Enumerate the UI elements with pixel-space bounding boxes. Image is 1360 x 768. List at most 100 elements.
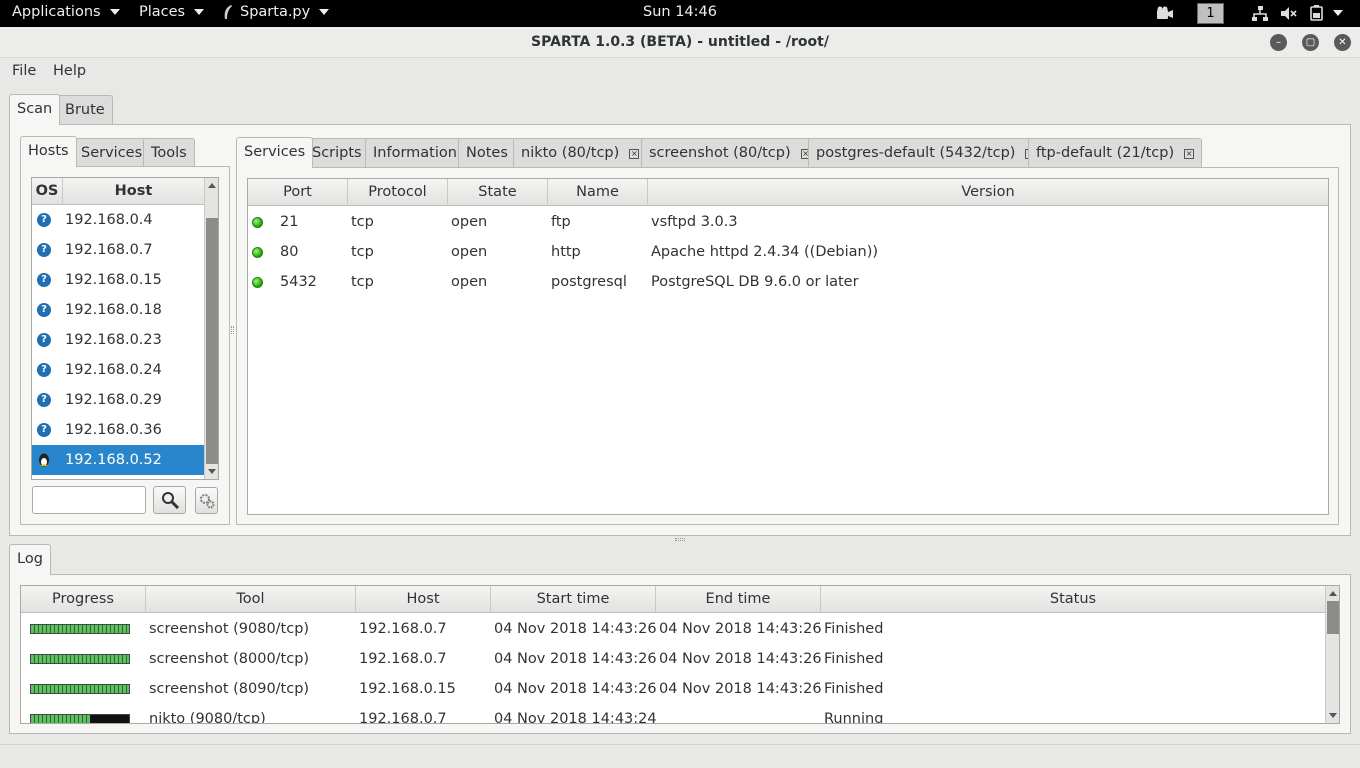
table-row[interactable]: ? 192.168.0.4 xyxy=(32,205,204,235)
settings-button[interactable] xyxy=(195,487,218,514)
tab-tool-output[interactable]: nikto (80/tcp) × xyxy=(513,138,648,168)
column-version[interactable]: Version xyxy=(648,179,1328,206)
close-button[interactable]: ✕ xyxy=(1334,34,1351,51)
hosts-scrollbar[interactable] xyxy=(204,178,218,479)
window-titlebar[interactable]: SPARTA 1.0.3 (BETA) - untitled - /root/ … xyxy=(0,27,1360,58)
linux-icon xyxy=(39,453,49,467)
column-port[interactable]: Port xyxy=(248,179,348,206)
tab-label: screenshot (80/tcp) xyxy=(649,145,791,161)
table-row[interactable]: 80 tcp open http Apache httpd 2.4.34 ((Debia… xyxy=(248,237,1328,267)
tab-label: Scripts xyxy=(312,145,362,161)
column-os[interactable]: OS xyxy=(32,178,63,205)
horizontal-splitter[interactable] xyxy=(675,538,685,541)
host-address: 192.168.0.7 xyxy=(65,242,153,258)
table-row[interactable]: ? 192.168.0.36 xyxy=(32,415,204,445)
scroll-up-arrow-icon[interactable] xyxy=(1329,591,1337,596)
log-start: 04 Nov 2018 14:43:26 xyxy=(494,681,657,697)
host-address: 192.168.0.52 xyxy=(65,452,162,468)
scroll-thumb[interactable] xyxy=(206,218,218,464)
scroll-up-arrow-icon[interactable] xyxy=(208,183,216,188)
scroll-down-arrow-icon[interactable] xyxy=(1329,713,1337,718)
gear-icon xyxy=(200,494,215,509)
service-protocol: tcp xyxy=(351,244,374,260)
tab-tool-output[interactable]: ftp-default (21/tcp) × xyxy=(1028,138,1203,168)
service-state: open xyxy=(451,244,488,260)
table-row[interactable]: nikto (9080/tcp) 192.168.0.7 04 Nov 2018 1… xyxy=(21,704,1325,723)
vertical-splitter[interactable] xyxy=(231,326,234,334)
scroll-thumb[interactable] xyxy=(1327,601,1339,634)
search-button[interactable] xyxy=(153,486,186,514)
tab-services-left[interactable]: Services xyxy=(73,138,151,168)
table-row[interactable]: ? 192.168.0.18 xyxy=(32,295,204,325)
close-tab-icon[interactable]: × xyxy=(629,149,640,159)
column-protocol[interactable]: Protocol xyxy=(348,179,448,206)
hosts-table: OS Host ? 192.168.0.4? 192.168.0.7? 192.168… xyxy=(31,177,219,480)
tab-log[interactable]: Log xyxy=(9,544,51,575)
table-row[interactable]: ? 192.168.0.29 xyxy=(32,385,204,415)
tab-tools[interactable]: Tools xyxy=(143,138,195,168)
host-address: 192.168.0.18 xyxy=(65,302,162,318)
tab-label: Notes xyxy=(466,145,508,161)
column-host[interactable]: Host xyxy=(63,178,205,205)
column-state[interactable]: State xyxy=(448,179,548,206)
column-progress[interactable]: Progress xyxy=(21,586,146,613)
video-camera-icon[interactable] xyxy=(1156,6,1174,21)
status-open-icon xyxy=(252,277,263,288)
service-port: 21 xyxy=(280,214,299,230)
tab-label: Services xyxy=(244,144,306,160)
table-row[interactable]: ? 192.168.0.7 xyxy=(32,235,204,265)
minimize-button[interactable]: – xyxy=(1270,34,1287,51)
log-table-header: Progress Tool Host Start time End time S… xyxy=(21,586,1325,613)
column-name[interactable]: Name xyxy=(548,179,648,206)
file-menu[interactable]: File xyxy=(12,63,36,79)
tab-services[interactable]: Services xyxy=(236,137,314,168)
tab-tool-output[interactable]: screenshot (80/tcp) × xyxy=(641,138,819,168)
question-icon: ? xyxy=(37,393,51,407)
tab-scan[interactable]: Scan xyxy=(9,94,61,125)
service-port: 80 xyxy=(280,244,299,260)
host-address: 192.168.0.24 xyxy=(65,362,162,378)
log-scrollbar[interactable] xyxy=(1325,586,1339,723)
network-icon[interactable] xyxy=(1252,6,1268,22)
question-icon: ? xyxy=(37,213,51,227)
table-row[interactable]: ? 192.168.0.24 xyxy=(32,355,204,385)
tab-hosts[interactable]: Hosts xyxy=(20,136,77,167)
tab-scripts[interactable]: Scripts xyxy=(304,138,370,168)
tab-notes[interactable]: Notes xyxy=(458,138,516,168)
host-filter-input[interactable] xyxy=(32,486,146,514)
table-row[interactable]: screenshot (8090/tcp) 192.168.0.15 04 Nov … xyxy=(21,674,1325,704)
table-row[interactable]: 192.168.0.52 xyxy=(32,445,204,475)
service-state: open xyxy=(451,274,488,290)
host-address: 192.168.0.15 xyxy=(65,272,162,288)
workspace-indicator[interactable]: 1 xyxy=(1197,3,1224,24)
service-port: 5432 xyxy=(280,274,317,290)
question-icon: ? xyxy=(37,363,51,377)
column-status[interactable]: Status xyxy=(821,586,1325,613)
scroll-down-arrow-icon[interactable] xyxy=(208,469,216,474)
close-tab-icon[interactable]: × xyxy=(1184,149,1195,159)
column-end-time[interactable]: End time xyxy=(656,586,821,613)
tab-tool-output[interactable]: postgres-default (5432/tcp)× xyxy=(808,138,1044,168)
table-row[interactable]: 21 tcp open ftp vsftpd 3.0.3 xyxy=(248,207,1328,237)
maximize-button[interactable]: ▢ xyxy=(1302,34,1319,51)
help-menu[interactable]: Help xyxy=(53,63,86,79)
tab-brute[interactable]: Brute xyxy=(57,95,113,125)
services-table: Port Protocol State Name Version 21 tcp op… xyxy=(247,178,1329,515)
table-row[interactable]: 5432 tcp open postgresql PostgreSQL DB 9.6.0… xyxy=(248,267,1328,297)
tab-information[interactable]: Information xyxy=(365,138,465,168)
column-tool[interactable]: Tool xyxy=(146,586,356,613)
progress-fill xyxy=(31,625,129,633)
column-host[interactable]: Host xyxy=(356,586,491,613)
table-row[interactable]: screenshot (9080/tcp) 192.168.0.7 04 Nov 2… xyxy=(21,614,1325,644)
window-title: SPARTA 1.0.3 (BETA) - untitled - /root/ xyxy=(531,34,829,50)
host-address: 192.168.0.29 xyxy=(65,392,162,408)
table-row[interactable]: ? 192.168.0.15 xyxy=(32,265,204,295)
status-open-icon xyxy=(252,247,263,258)
table-row[interactable]: ? 192.168.0.23 xyxy=(32,325,204,355)
log-host: 192.168.0.7 xyxy=(359,621,447,637)
system-menu[interactable] xyxy=(1310,5,1343,21)
table-row[interactable]: screenshot (8000/tcp) 192.168.0.7 04 Nov 2… xyxy=(21,644,1325,674)
question-icon: ? xyxy=(37,273,51,287)
column-start-time[interactable]: Start time xyxy=(491,586,656,613)
volume-muted-icon[interactable] xyxy=(1280,6,1298,21)
